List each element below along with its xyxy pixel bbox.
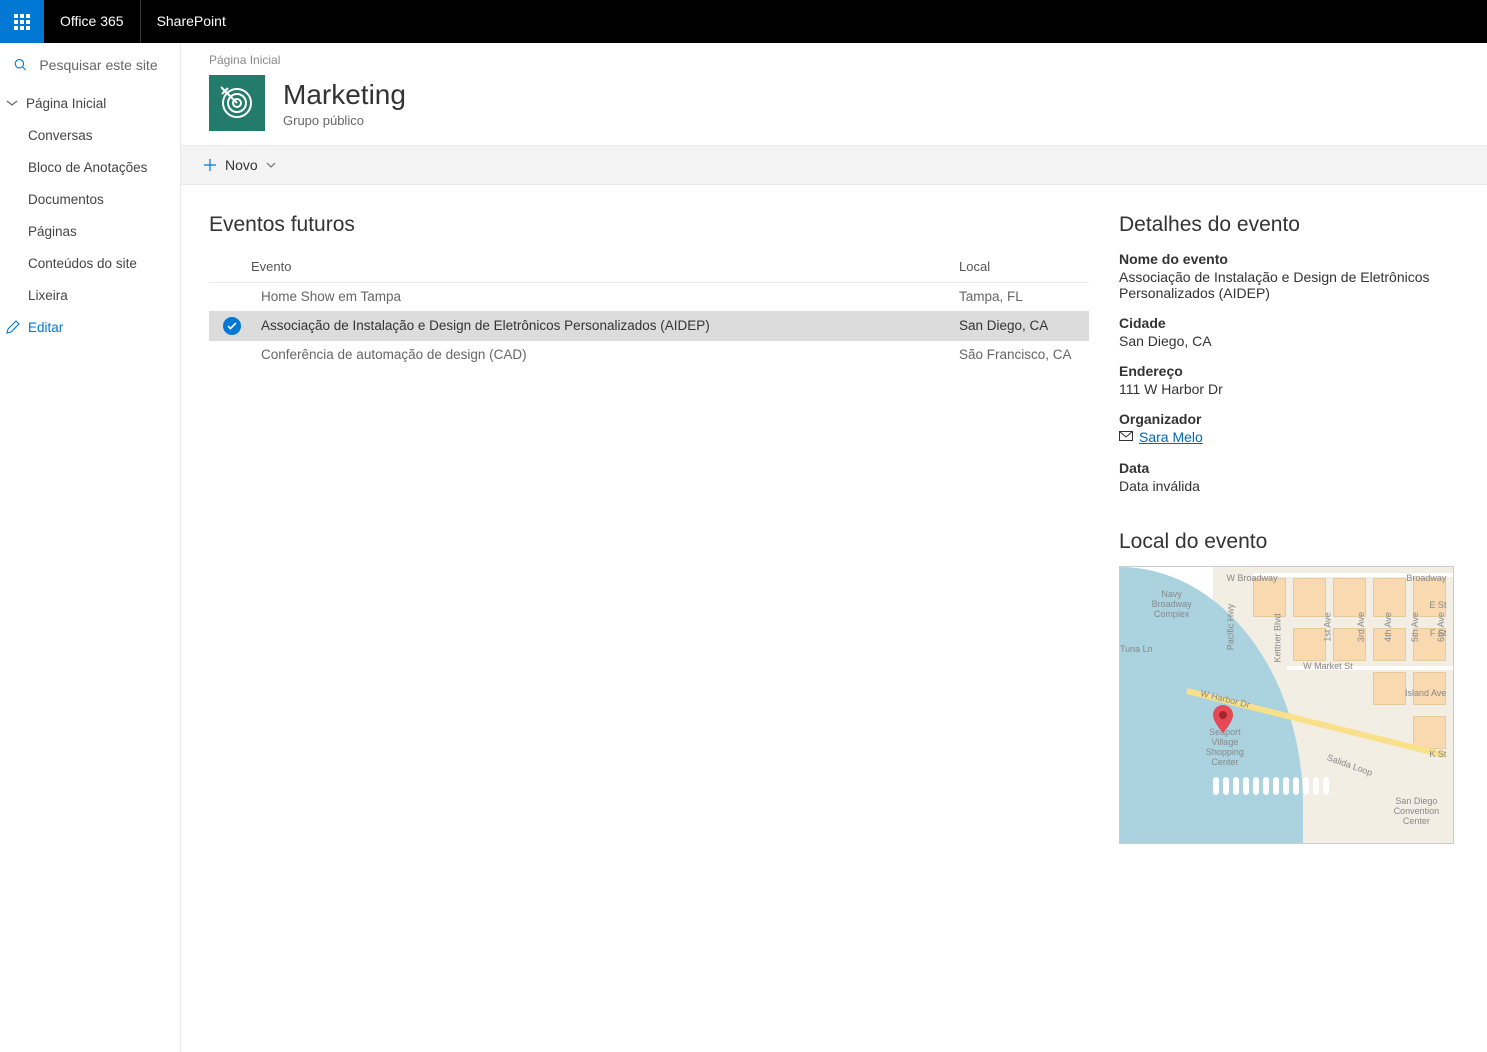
events-title: Eventos futuros bbox=[209, 213, 1089, 237]
nav-bloco[interactable]: Bloco de Anotações bbox=[0, 151, 180, 183]
map-title: Local do evento bbox=[1119, 530, 1459, 554]
map-label: W Broadway bbox=[1227, 573, 1278, 583]
map-label: San Diego Convention Center bbox=[1386, 796, 1446, 826]
sharepoint-link[interactable]: SharePoint bbox=[141, 0, 242, 43]
map-label: W Market St bbox=[1303, 661, 1353, 671]
target-icon bbox=[219, 85, 255, 121]
command-bar: Novo bbox=[181, 145, 1487, 185]
main-content: Página Inicial Marketing Grupo público N… bbox=[181, 43, 1487, 1052]
label-endereco: Endereço bbox=[1119, 363, 1459, 379]
map-label: 4th Ave bbox=[1383, 612, 1393, 642]
label-cidade: Cidade bbox=[1119, 315, 1459, 331]
map-label: Pacific Hwy bbox=[1225, 604, 1235, 651]
map-marker-icon bbox=[1213, 705, 1233, 733]
nav-paginas[interactable]: Páginas bbox=[0, 215, 180, 247]
search-input[interactable] bbox=[39, 57, 166, 73]
map-label: Broadway bbox=[1406, 573, 1446, 583]
page-subtitle: Grupo público bbox=[283, 113, 406, 128]
check-icon bbox=[223, 317, 241, 335]
col-evento[interactable]: Evento bbox=[251, 251, 949, 283]
col-local[interactable]: Local bbox=[949, 251, 1089, 283]
table-row[interactable]: Associação de Instalação e Design de Ele… bbox=[209, 311, 1089, 341]
map-label: F St bbox=[1430, 628, 1447, 638]
nav-documentos[interactable]: Documentos bbox=[0, 183, 180, 215]
new-button[interactable]: Novo bbox=[195, 157, 284, 173]
row-select-cell[interactable] bbox=[209, 283, 251, 311]
map-label: Seaport Village Shopping Center bbox=[1200, 727, 1250, 767]
nav-editar[interactable]: Editar bbox=[0, 311, 180, 343]
map-label: 5th Ave bbox=[1410, 612, 1420, 642]
value-cidade: San Diego, CA bbox=[1119, 333, 1459, 349]
value-data: Data inválida bbox=[1119, 478, 1459, 494]
map-label: Kettner Blvd bbox=[1273, 614, 1283, 663]
plus-icon bbox=[203, 158, 217, 172]
organizer-link[interactable]: Sara Melo bbox=[1119, 429, 1203, 445]
site-logo bbox=[209, 75, 265, 131]
nav-home[interactable]: Página Inicial bbox=[0, 87, 180, 119]
cell-evento: Associação de Instalação e Design de Ele… bbox=[251, 311, 949, 341]
map-label: 3rd Ave bbox=[1357, 612, 1367, 642]
waffle-icon bbox=[14, 14, 30, 30]
details-title: Detalhes do evento bbox=[1119, 213, 1459, 237]
search-icon bbox=[14, 57, 27, 73]
app-launcher-button[interactable] bbox=[0, 0, 44, 43]
label-data: Data bbox=[1119, 460, 1459, 476]
cell-local: São Francisco, CA bbox=[949, 341, 1089, 369]
cell-local: Tampa, FL bbox=[949, 283, 1089, 311]
row-select-cell[interactable] bbox=[209, 341, 251, 369]
new-button-label: Novo bbox=[225, 157, 258, 173]
map[interactable]: W Broadway Broadway W Harbor Dr W Market… bbox=[1119, 566, 1454, 844]
map-label: Navy Broadway Complex bbox=[1147, 589, 1197, 619]
organizer-name: Sara Melo bbox=[1139, 429, 1203, 445]
map-label: Tuna Ln bbox=[1120, 644, 1153, 654]
page-title: Marketing bbox=[283, 79, 406, 111]
mail-icon bbox=[1119, 431, 1133, 443]
map-label: Island Ave bbox=[1405, 688, 1446, 698]
cell-evento: Conferência de automação de design (CAD) bbox=[251, 341, 949, 369]
value-nome: Associação de Instalação e Design de Ele… bbox=[1119, 269, 1459, 301]
cell-evento: Home Show em Tampa bbox=[251, 283, 949, 311]
nav-home-label: Página Inicial bbox=[26, 96, 106, 111]
cell-local: San Diego, CA bbox=[949, 311, 1089, 341]
table-row[interactable]: Home Show em TampaTampa, FL bbox=[209, 283, 1089, 311]
breadcrumb[interactable]: Página Inicial bbox=[181, 43, 1487, 67]
map-label: E St bbox=[1429, 600, 1446, 610]
map-marina bbox=[1213, 777, 1380, 827]
nav-lixeira[interactable]: Lixeira bbox=[0, 279, 180, 311]
label-organizador: Organizador bbox=[1119, 411, 1459, 427]
nav-conversas[interactable]: Conversas bbox=[0, 119, 180, 151]
pencil-icon bbox=[6, 320, 20, 334]
row-select-cell[interactable] bbox=[209, 311, 251, 341]
nav-editar-label: Editar bbox=[28, 320, 63, 335]
office365-link[interactable]: Office 365 bbox=[44, 0, 141, 43]
table-row[interactable]: Conferência de automação de design (CAD)… bbox=[209, 341, 1089, 369]
chevron-down-icon bbox=[6, 97, 18, 109]
map-label: K St bbox=[1429, 749, 1446, 759]
map-label: 1st Ave bbox=[1323, 613, 1333, 642]
nav-conteudos[interactable]: Conteúdos do site bbox=[0, 247, 180, 279]
search-box[interactable] bbox=[0, 43, 180, 87]
top-bar: Office 365 SharePoint bbox=[0, 0, 1487, 43]
events-table: Evento Local Home Show em TampaTampa, FL… bbox=[209, 251, 1089, 369]
chevron-down-icon bbox=[266, 160, 276, 170]
label-nome: Nome do evento bbox=[1119, 251, 1459, 267]
value-endereco: 111 W Harbor Dr bbox=[1119, 381, 1459, 397]
left-nav: Página Inicial Conversas Bloco de Anotaç… bbox=[0, 43, 181, 1052]
